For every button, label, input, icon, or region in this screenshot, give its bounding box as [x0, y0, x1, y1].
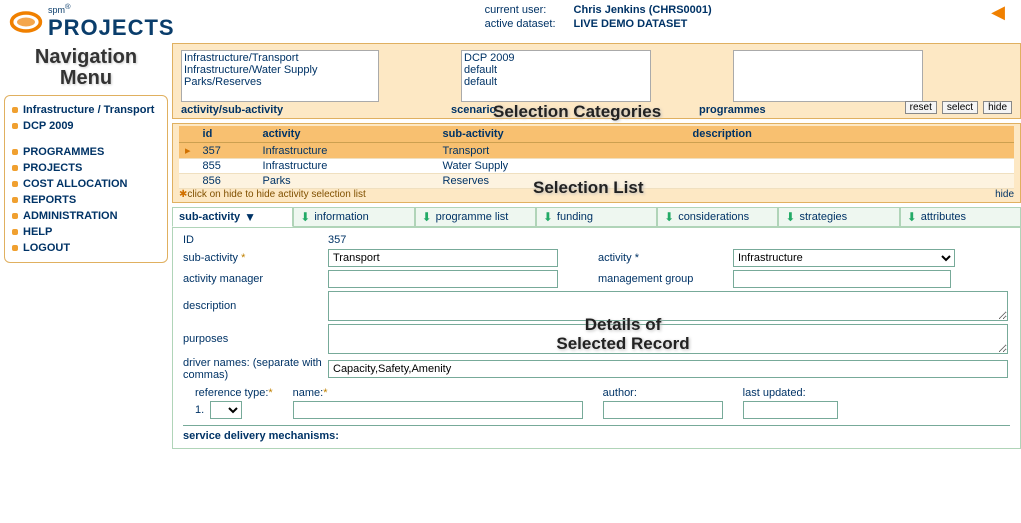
col-id[interactable]: id — [197, 126, 257, 143]
reset-button[interactable]: reset — [905, 101, 937, 114]
hide-grid-link[interactable]: hide — [995, 189, 1014, 200]
tab-considerations[interactable]: ⬇considerations — [657, 207, 778, 227]
service-delivery-label: service delivery mechanisms: — [183, 425, 1010, 442]
activity-listbox[interactable]: Infrastructure/Transport Infrastructure/… — [181, 50, 379, 102]
chevron-down-icon: ⬇ — [422, 210, 432, 224]
ref-author-label: author: — [603, 387, 723, 399]
tab-programme-list[interactable]: ⬇programme list — [415, 207, 536, 227]
grid-hint: ✱click on hide to hide activity selectio… — [179, 189, 1014, 200]
nav-logout[interactable]: LOGOUT — [9, 240, 163, 256]
id-value: 357 — [328, 234, 346, 246]
table-row[interactable]: 855InfrastructureWater Supply — [179, 159, 1014, 174]
management-group-label: management group — [598, 273, 733, 285]
ref-name-label: name:* — [293, 387, 583, 399]
activity-manager-label: activity manager — [183, 273, 328, 285]
nav-title: NavigationMenu — [4, 47, 168, 89]
col-activity[interactable]: activity — [257, 126, 437, 143]
activity-label: activity * — [598, 252, 733, 264]
tab-attributes[interactable]: ⬇attributes — [900, 207, 1021, 227]
nav-help[interactable]: HELP — [9, 224, 163, 240]
active-dataset-value: LIVE DEMO DATASET — [566, 18, 720, 30]
nav-menu: Infrastructure / Transport DCP 2009 PROG… — [4, 95, 168, 263]
detail-tabs: sub-activity▼ ⬇information ⬇programme li… — [172, 207, 1021, 227]
description-label: description — [183, 300, 328, 312]
activity-col-label: activity/sub-activity — [181, 104, 451, 116]
tab-strategies[interactable]: ⬇strategies — [778, 207, 899, 227]
activity-select[interactable]: Infrastructure — [733, 249, 955, 267]
chevron-down-icon: ⬇ — [785, 210, 795, 224]
col-sub-activity[interactable]: sub-activity — [437, 126, 687, 143]
ref-type-label: reference type:* — [195, 387, 273, 399]
current-user-value: Chris Jenkins (CHRS0001) — [566, 4, 720, 16]
select-button[interactable]: select — [942, 101, 978, 114]
nav-projects[interactable]: PROJECTS — [9, 160, 163, 176]
nav-context-scenario[interactable]: DCP 2009 — [9, 118, 163, 134]
id-label: ID — [183, 234, 328, 246]
chevron-down-icon: ▼ — [244, 210, 256, 224]
ref-updated-label: last updated: — [743, 387, 838, 399]
tab-information[interactable]: ⬇information — [293, 207, 414, 227]
sub-activity-label: sub-activity * — [183, 252, 328, 264]
hide-selection-button[interactable]: hide — [983, 101, 1012, 114]
tab-funding[interactable]: ⬇funding — [536, 207, 657, 227]
management-group-input[interactable] — [733, 270, 951, 288]
nav-programmes[interactable]: PROGRAMMES — [9, 144, 163, 160]
selection-list-grid: id activity sub-activity description ▸35… — [172, 123, 1021, 203]
back-arrow-icon[interactable]: ◀ — [991, 2, 1005, 23]
current-user-label: current user: — [477, 4, 564, 16]
sub-activity-input[interactable] — [328, 249, 558, 267]
ref-name-input[interactable] — [293, 401, 583, 419]
activity-manager-input[interactable] — [328, 270, 558, 288]
app-logo: spm® PROJECTS — [8, 2, 175, 41]
table-row[interactable]: ▸357InfrastructureTransport — [179, 143, 1014, 159]
description-input[interactable] — [328, 291, 1008, 321]
chevron-down-icon: ⬇ — [664, 210, 674, 224]
nav-administration[interactable]: ADMINISTRATION — [9, 208, 163, 224]
scenario-listbox[interactable]: DCP 2009 default default — [461, 50, 651, 102]
chevron-down-icon: ⬇ — [907, 210, 917, 224]
chevron-down-icon: ⬇ — [543, 210, 553, 224]
tab-sub-activity[interactable]: sub-activity▼ — [172, 207, 293, 227]
ref-type-select[interactable] — [210, 401, 242, 419]
nav-cost-allocation[interactable]: COST ALLOCATION — [9, 176, 163, 192]
driver-names-label: driver names: (separate with commas) — [183, 357, 328, 381]
purposes-label: purposes — [183, 333, 328, 345]
purposes-input[interactable] — [328, 324, 1008, 354]
chevron-down-icon: ⬇ — [300, 210, 310, 224]
table-row[interactable]: 856ParksReserves — [179, 174, 1014, 189]
nav-context-activity[interactable]: Infrastructure / Transport — [9, 102, 163, 118]
active-dataset-label: active dataset: — [477, 18, 564, 30]
ref-index: 1. — [195, 404, 204, 416]
programmes-listbox[interactable] — [733, 50, 923, 102]
ref-author-input[interactable] — [603, 401, 723, 419]
detail-panel: ID 357 sub-activity * activity * Infrast… — [172, 227, 1021, 449]
scenario-col-label: scenario — [451, 104, 699, 116]
col-description[interactable]: description — [687, 126, 1014, 143]
nav-reports[interactable]: REPORTS — [9, 192, 163, 208]
programmes-col-label: programmes — [699, 104, 766, 116]
selection-categories: Infrastructure/Transport Infrastructure/… — [172, 43, 1021, 119]
driver-names-input[interactable] — [328, 360, 1008, 378]
ref-updated-input[interactable] — [743, 401, 838, 419]
